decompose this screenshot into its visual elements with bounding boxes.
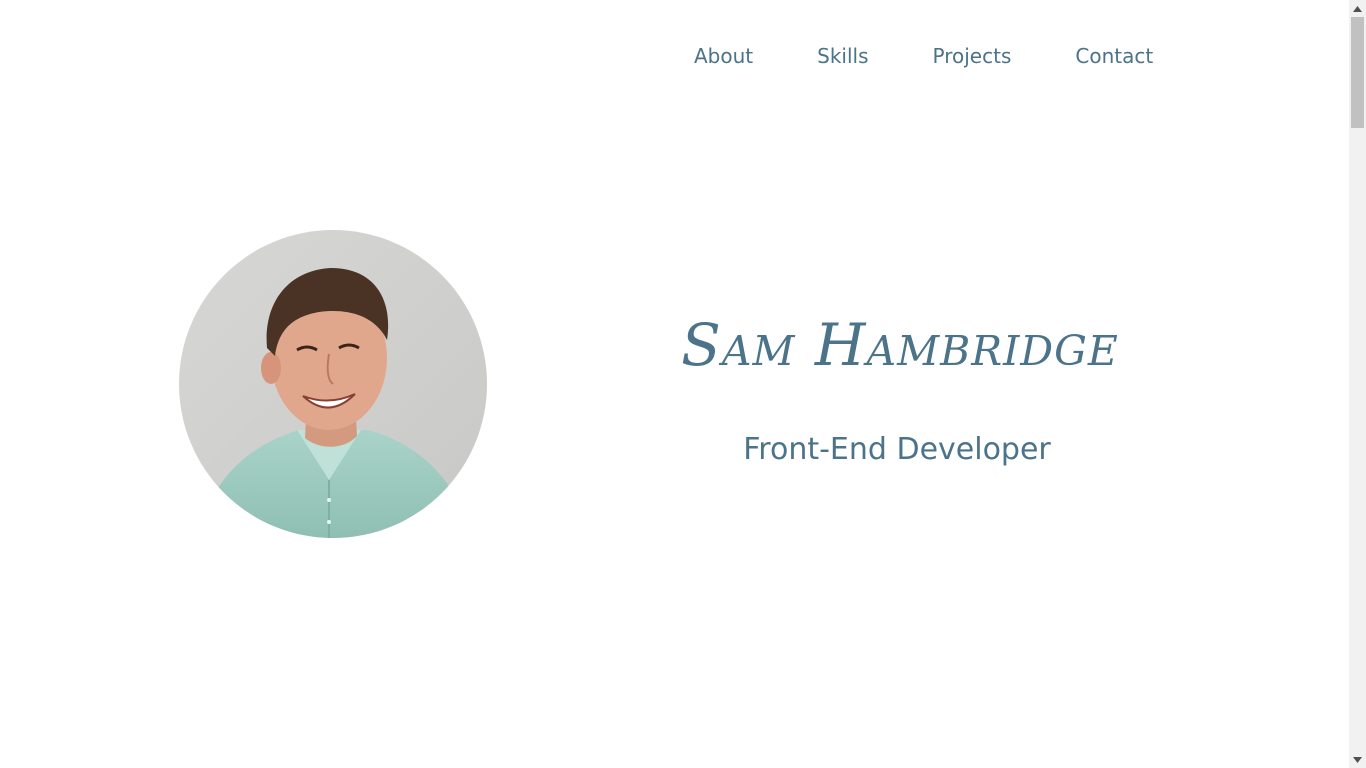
triangle-up-icon — [1353, 5, 1362, 12]
hero-name: Sam Hambridge — [681, 311, 1119, 379]
triangle-down-icon — [1353, 756, 1362, 763]
scrollbar-thumb[interactable] — [1351, 17, 1364, 128]
profile-photo — [179, 230, 487, 538]
nav-link-contact[interactable]: Contact — [1075, 40, 1153, 72]
main-nav: About Skills Projects Contact — [694, 40, 1153, 72]
page: About Skills Projects Contact Sam Hambri… — [0, 0, 1366, 768]
nav-link-skills[interactable]: Skills — [817, 40, 868, 72]
hero-role: Front-End Developer — [743, 432, 1051, 467]
nav-link-projects[interactable]: Projects — [933, 40, 1012, 72]
scroll-down-button[interactable] — [1349, 751, 1366, 768]
scroll-up-button[interactable] — [1349, 0, 1366, 17]
viewport: About Skills Projects Contact Sam Hambri… — [0, 0, 1349, 768]
vertical-scrollbar[interactable] — [1349, 0, 1366, 768]
nav-link-about[interactable]: About — [694, 40, 753, 72]
profile-photo-illustration — [179, 230, 487, 538]
